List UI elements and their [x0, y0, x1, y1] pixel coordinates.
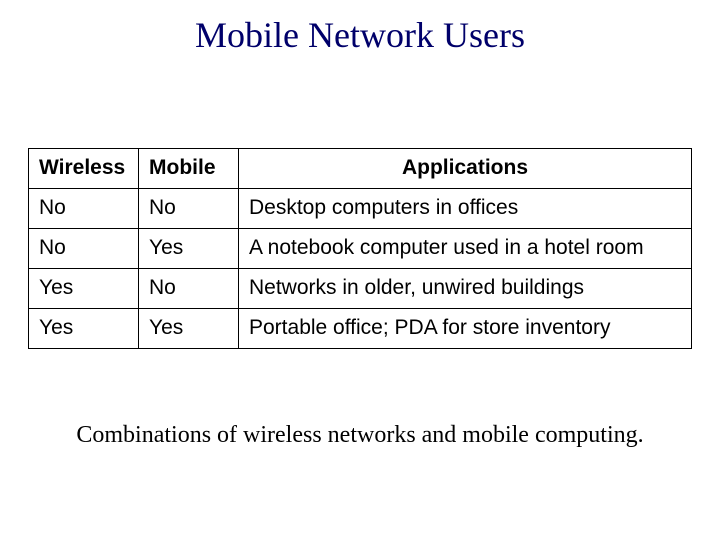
- col-header-applications: Applications: [239, 149, 692, 189]
- cell-app: Networks in older, unwired buildings: [239, 269, 692, 309]
- col-header-wireless: Wireless: [29, 149, 139, 189]
- page-title: Mobile Network Users: [0, 14, 720, 56]
- table-row: No Yes A notebook computer used in a hot…: [29, 229, 692, 269]
- cell-wireless: Yes: [29, 269, 139, 309]
- table-container: Wireless Mobile Applications No No Deskt…: [28, 148, 692, 349]
- cell-app: Desktop computers in offices: [239, 189, 692, 229]
- cell-mobile: Yes: [139, 229, 239, 269]
- cell-mobile: No: [139, 269, 239, 309]
- cell-app: Portable office; PDA for store inventory: [239, 309, 692, 349]
- combinations-table: Wireless Mobile Applications No No Deskt…: [28, 148, 692, 349]
- table-header-row: Wireless Mobile Applications: [29, 149, 692, 189]
- cell-wireless: Yes: [29, 309, 139, 349]
- caption: Combinations of wireless networks and mo…: [0, 422, 720, 449]
- table-row: No No Desktop computers in offices: [29, 189, 692, 229]
- cell-app: A notebook computer used in a hotel room: [239, 229, 692, 269]
- cell-mobile: Yes: [139, 309, 239, 349]
- cell-wireless: No: [29, 189, 139, 229]
- cell-wireless: No: [29, 229, 139, 269]
- table-row: Yes No Networks in older, unwired buildi…: [29, 269, 692, 309]
- col-header-mobile: Mobile: [139, 149, 239, 189]
- table-row: Yes Yes Portable office; PDA for store i…: [29, 309, 692, 349]
- slide: Mobile Network Users Wireless Mobile App…: [0, 0, 720, 540]
- cell-mobile: No: [139, 189, 239, 229]
